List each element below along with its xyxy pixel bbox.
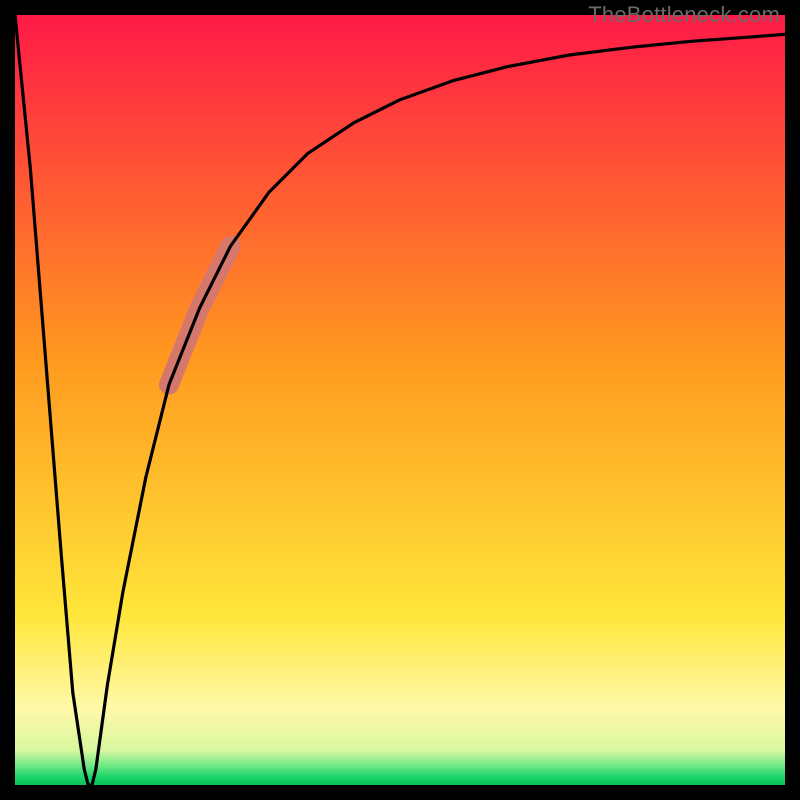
gradient-background bbox=[15, 15, 785, 785]
watermark-text: TheBottleneck.com bbox=[588, 2, 780, 28]
chart-frame bbox=[15, 15, 785, 785]
bottleneck-plot bbox=[15, 15, 785, 785]
